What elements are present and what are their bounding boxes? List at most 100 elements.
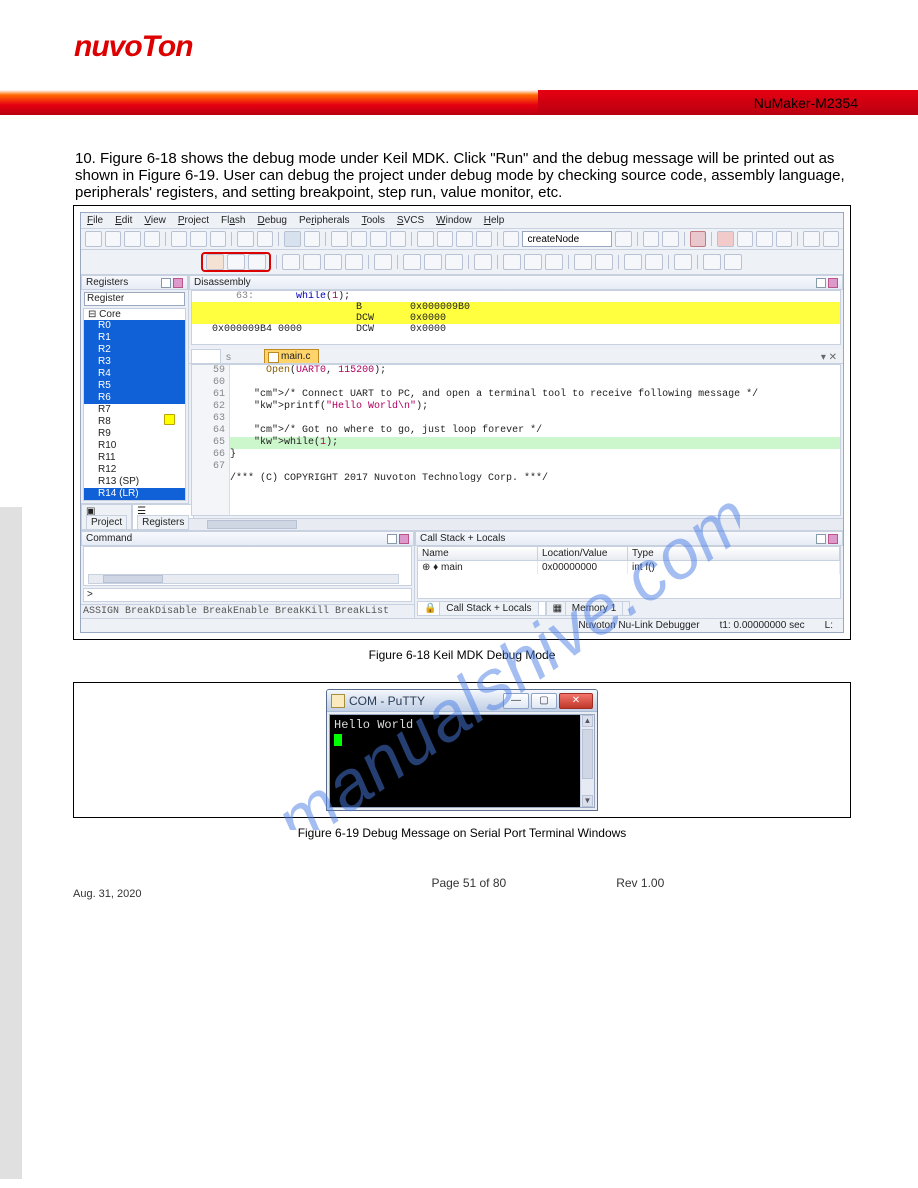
tb-cut-icon[interactable] bbox=[171, 231, 188, 247]
tb-incsearch-icon[interactable] bbox=[662, 231, 679, 247]
tb-symbols-icon[interactable] bbox=[445, 254, 463, 270]
reg-r14[interactable]: R14 (LR) bbox=[84, 488, 185, 500]
reg-r3[interactable]: R3 bbox=[84, 356, 185, 368]
tb-stepout-icon[interactable] bbox=[324, 254, 342, 270]
scrollbar[interactable] bbox=[88, 574, 399, 584]
tb-bookmark-icon[interactable] bbox=[331, 231, 348, 247]
tb-runto-icon[interactable] bbox=[345, 254, 363, 270]
tb-findinfiles-icon[interactable] bbox=[643, 231, 660, 247]
pin-icon[interactable] bbox=[816, 278, 826, 288]
close-icon[interactable] bbox=[828, 534, 838, 544]
tb-cmd-icon[interactable] bbox=[403, 254, 421, 270]
menu-svcs[interactable]: SVCS bbox=[397, 215, 424, 226]
reg-r6[interactable]: R6 bbox=[84, 392, 185, 404]
reg-r10[interactable]: R10 bbox=[84, 440, 185, 452]
tb-redo-icon[interactable] bbox=[257, 231, 274, 247]
pin-icon[interactable] bbox=[816, 534, 826, 544]
menu-window[interactable]: Window bbox=[436, 215, 472, 226]
tb-windows-icon[interactable] bbox=[803, 231, 820, 247]
reg-r0[interactable]: R0 bbox=[84, 320, 185, 332]
tb-find-dropdown-icon[interactable] bbox=[615, 231, 632, 247]
tb-sysview-icon[interactable] bbox=[645, 254, 663, 270]
col-name[interactable]: Name bbox=[418, 547, 538, 560]
tb-uncomment-icon[interactable] bbox=[476, 231, 493, 247]
horizontal-scrollbar[interactable] bbox=[189, 518, 843, 530]
tb-serial-icon[interactable] bbox=[574, 254, 592, 270]
tb-config-icon[interactable] bbox=[823, 231, 840, 247]
menu-edit[interactable]: Edit bbox=[115, 215, 132, 226]
tb-bookmark-next-icon[interactable] bbox=[370, 231, 387, 247]
tb-bp-enable-icon[interactable] bbox=[737, 231, 754, 247]
search-combo[interactable] bbox=[522, 231, 612, 247]
tb-options-icon[interactable] bbox=[724, 254, 742, 270]
tb-watch-icon[interactable] bbox=[524, 254, 542, 270]
pin-icon[interactable] bbox=[387, 534, 397, 544]
tb-analysis-icon[interactable] bbox=[595, 254, 613, 270]
tb-find-icon[interactable] bbox=[503, 231, 520, 247]
menu-project[interactable]: Project bbox=[178, 215, 209, 226]
tab-project[interactable]: ▣ Project bbox=[81, 504, 132, 530]
tb-new-icon[interactable] bbox=[85, 231, 102, 247]
tb-bookmark-prev-icon[interactable] bbox=[351, 231, 368, 247]
ide-menubar[interactable]: File Edit View Project Flash Debug Perip… bbox=[81, 213, 843, 229]
disassembly-view[interactable]: 63: while(1); B 0x000009B0 DCW 0x0000 0x… bbox=[191, 290, 841, 345]
putty-titlebar[interactable]: COM - PuTTY — ▢ ✕ bbox=[327, 690, 597, 712]
reg-r11[interactable]: R11 bbox=[84, 452, 185, 464]
tb-showpc-icon[interactable] bbox=[374, 254, 392, 270]
tab-callstack[interactable]: 🔒 Call Stack + Locals bbox=[417, 601, 546, 616]
menu-flash[interactable]: Flash bbox=[221, 215, 245, 226]
tab-close-icon[interactable]: ▾ ✕ bbox=[815, 352, 843, 363]
tb-regs-icon[interactable] bbox=[474, 254, 492, 270]
reg-root[interactable]: ⊟ Core bbox=[84, 309, 185, 320]
tb-undo-icon[interactable] bbox=[237, 231, 254, 247]
tab-memory[interactable]: ▦ Memory 1 bbox=[546, 601, 631, 616]
reg-r9[interactable]: R9 bbox=[84, 428, 185, 440]
tb-saveall-icon[interactable] bbox=[144, 231, 161, 247]
reg-r13[interactable]: R13 (SP) bbox=[84, 476, 185, 488]
menu-peripherals[interactable]: Peripherals bbox=[299, 215, 350, 226]
terminal-output[interactable]: Hello World bbox=[330, 715, 580, 807]
menu-help[interactable]: Help bbox=[484, 215, 505, 226]
maximize-button[interactable]: ▢ bbox=[531, 693, 557, 709]
tb-bp-killall-icon[interactable] bbox=[776, 231, 793, 247]
tb-memory-icon[interactable] bbox=[545, 254, 563, 270]
tb-toolbox-icon[interactable] bbox=[674, 254, 692, 270]
tb-reset-icon[interactable] bbox=[206, 254, 224, 270]
menu-tools[interactable]: Tools bbox=[362, 215, 385, 226]
menu-debug[interactable]: Debug bbox=[257, 215, 286, 226]
minimize-button[interactable]: — bbox=[503, 693, 529, 709]
scroll-up-icon[interactable]: ▲ bbox=[582, 715, 593, 727]
tb-paste-icon[interactable] bbox=[210, 231, 227, 247]
tb-indent-in-icon[interactable] bbox=[417, 231, 434, 247]
scroll-down-icon[interactable]: ▼ bbox=[582, 795, 593, 807]
callstack-table[interactable]: Name Location/Value Type ⊕ ♦ main 0x0000… bbox=[417, 546, 841, 599]
reg-r1[interactable]: R1 bbox=[84, 332, 185, 344]
register-combo[interactable]: Register bbox=[84, 292, 185, 306]
col-loc[interactable]: Location/Value bbox=[538, 547, 628, 560]
tb-open-icon[interactable] bbox=[105, 231, 122, 247]
reg-r12[interactable]: R12 bbox=[84, 464, 185, 476]
command-input[interactable]: > bbox=[83, 588, 412, 602]
code-editor[interactable]: 596061626364656667 Open(UART0, 115200); … bbox=[191, 364, 841, 516]
reg-r2[interactable]: R2 bbox=[84, 344, 185, 356]
tb-stop-icon[interactable] bbox=[248, 254, 266, 270]
tb-nav-fwd-icon[interactable] bbox=[304, 231, 321, 247]
tb-copy-icon[interactable] bbox=[190, 231, 207, 247]
table-row[interactable]: ⊕ ♦ main 0x00000000 int f() bbox=[418, 561, 840, 574]
tb-bp-insert-icon[interactable] bbox=[717, 231, 734, 247]
tab-main-c[interactable]: main.c bbox=[264, 349, 319, 363]
tb-debug-icon[interactable] bbox=[690, 231, 707, 247]
reg-r4[interactable]: R4 bbox=[84, 368, 185, 380]
vertical-scrollbar[interactable]: ▲ ▼ bbox=[580, 715, 594, 807]
tb-callstack-icon[interactable] bbox=[503, 254, 521, 270]
tb-stepover-icon[interactable] bbox=[303, 254, 321, 270]
tb-trace-icon[interactable] bbox=[624, 254, 642, 270]
command-output[interactable] bbox=[83, 546, 412, 586]
tb-step-icon[interactable] bbox=[282, 254, 300, 270]
close-icon[interactable] bbox=[399, 534, 409, 544]
col-type[interactable]: Type bbox=[628, 547, 840, 560]
tb-bookmark-clear-icon[interactable] bbox=[390, 231, 407, 247]
close-icon[interactable] bbox=[173, 278, 183, 288]
tb-comment-icon[interactable] bbox=[456, 231, 473, 247]
close-button[interactable]: ✕ bbox=[559, 693, 593, 709]
